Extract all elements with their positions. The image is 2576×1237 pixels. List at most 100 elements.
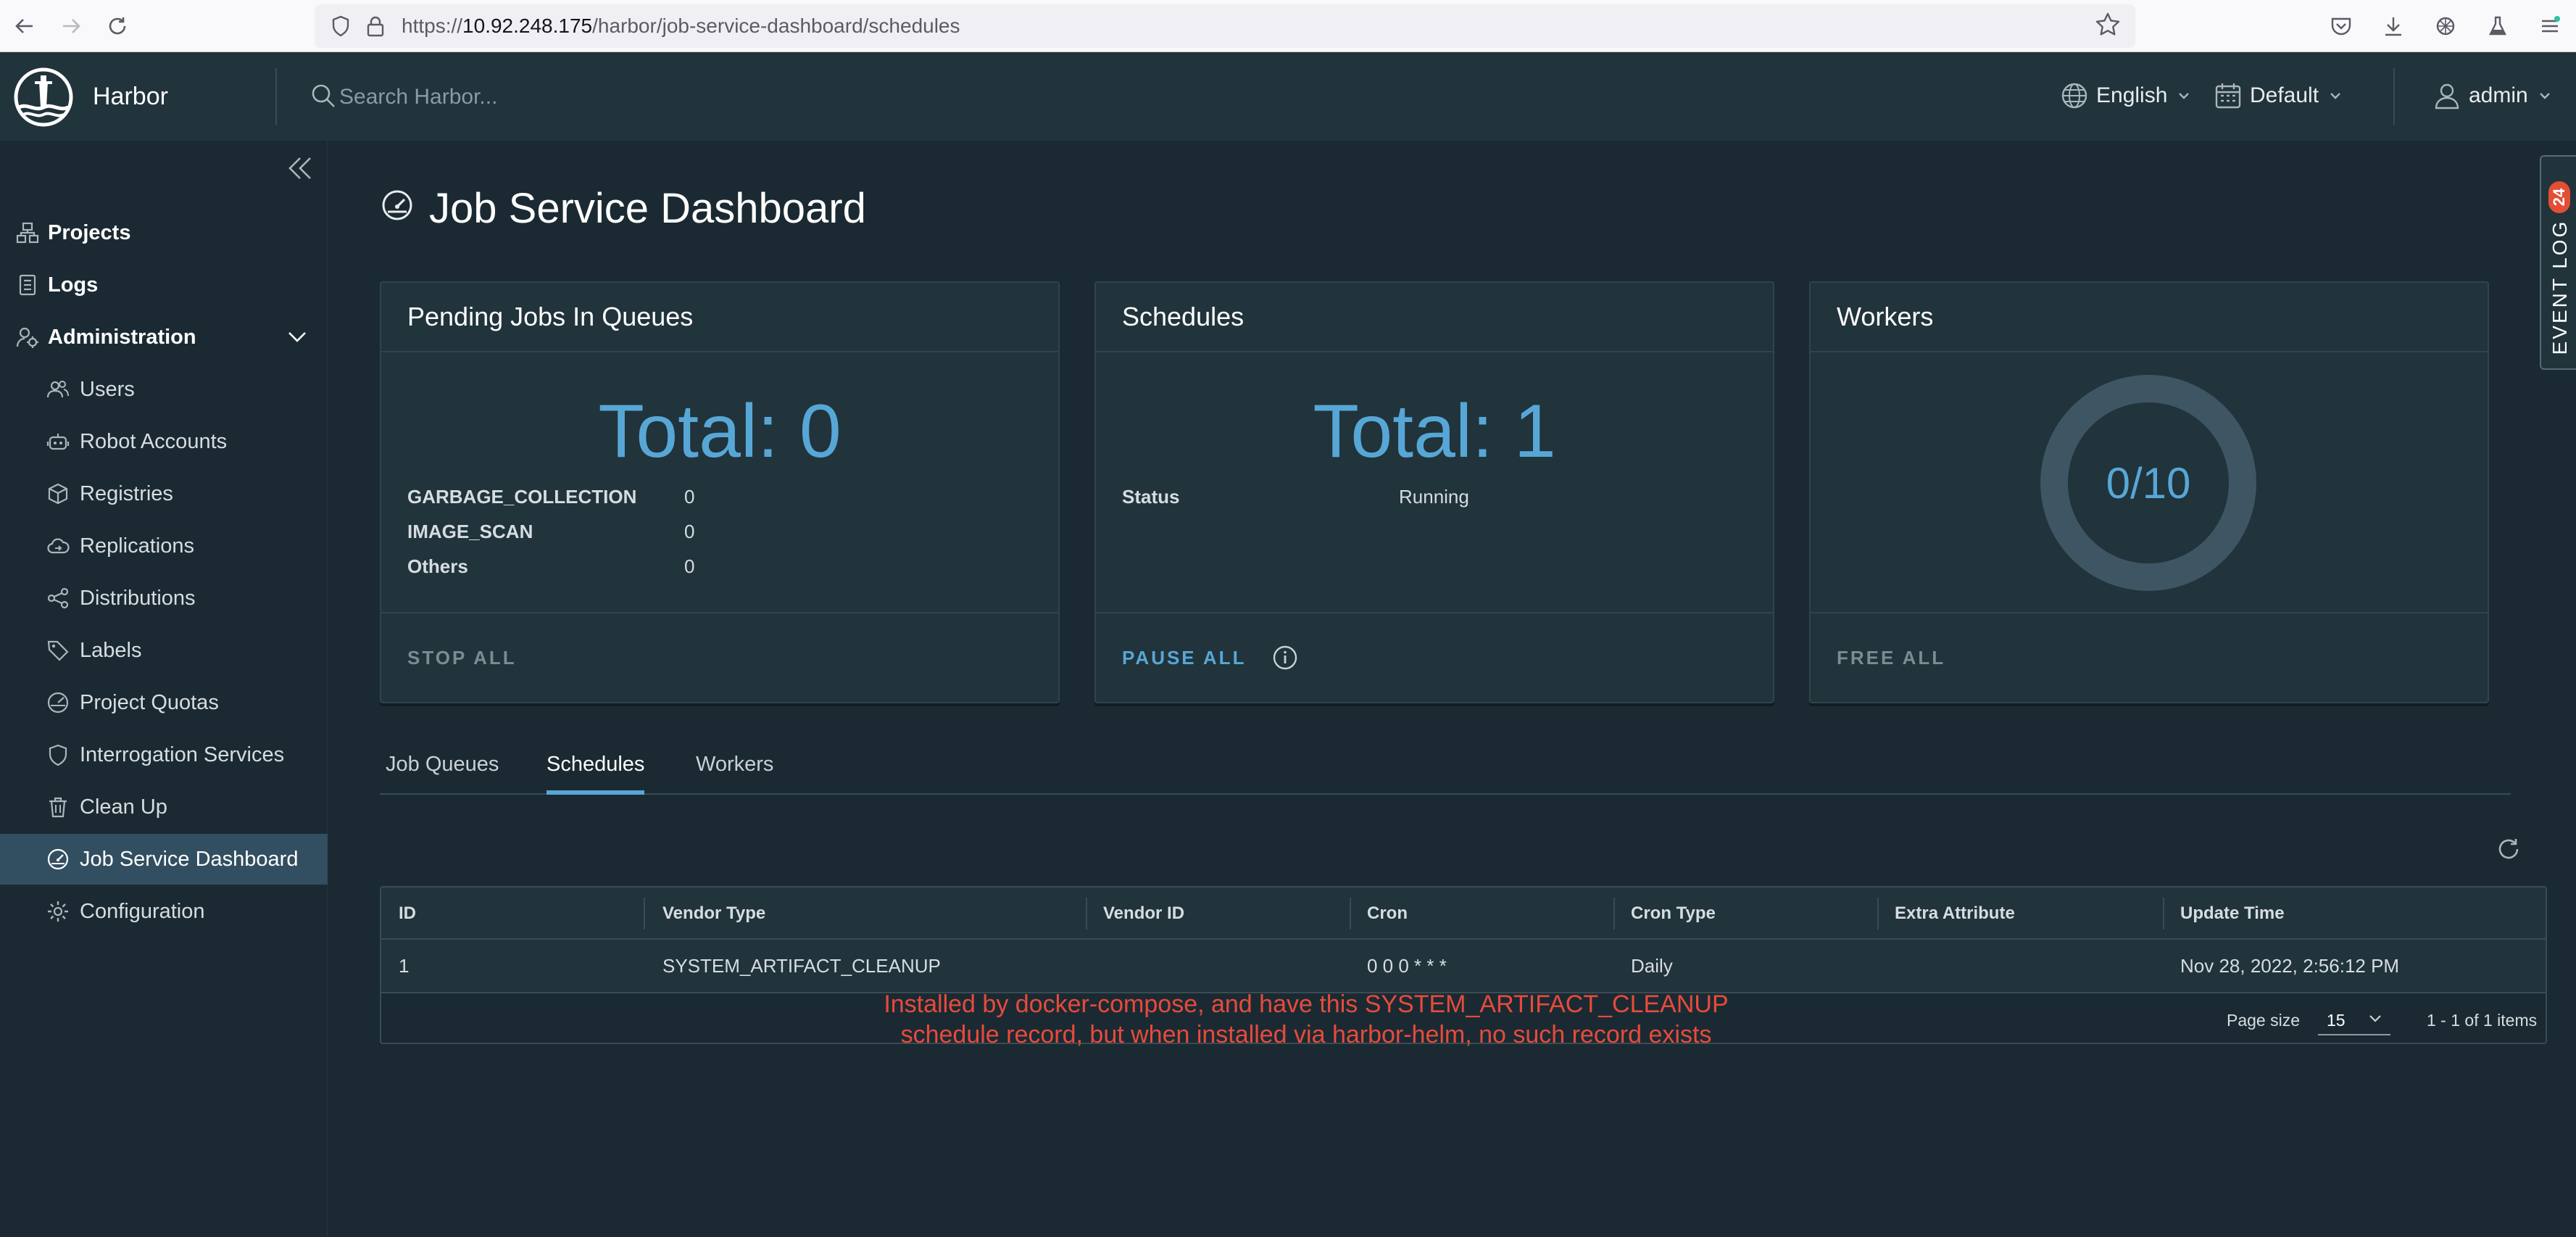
chevron-down-icon [2179, 93, 2190, 99]
card-title: Pending Jobs In Queues [381, 283, 1058, 352]
refresh-icon[interactable] [2495, 835, 2522, 866]
gear-icon [45, 898, 71, 924]
card-title: Schedules [1096, 283, 1773, 352]
cell-vendor-type: SYSTEM_ARTIFACT_CLEANUP [662, 954, 941, 977]
annotation-line: Installed by docker-compose, and have th… [884, 990, 1729, 1018]
download-icon[interactable] [2367, 15, 2419, 38]
sidebar-item-users[interactable]: Users [0, 364, 328, 415]
sidebar-item-distributions[interactable]: Distributions [0, 573, 328, 624]
lock-icon[interactable] [361, 15, 390, 37]
back-button[interactable] [3, 4, 46, 48]
browser-toolbar-right [2315, 0, 2576, 52]
sidebar-item-label: Configuration [80, 899, 205, 923]
table-row[interactable]: 1 SYSTEM_ARTIFACT_CLEANUP 0 0 0 * * * Da… [381, 940, 2546, 993]
page-size-label: Page size [2227, 1011, 2301, 1030]
arrow-left-icon [15, 18, 33, 33]
column-header-extra-attribute[interactable]: Extra Attribute [1895, 888, 2015, 940]
pending-jobs-card: Pending Jobs In Queues Total: 0 GARBAGE_… [380, 281, 1060, 703]
sidebar-item-configuration[interactable]: Configuration [0, 886, 328, 937]
page-size-select[interactable]: 15 [2318, 1006, 2390, 1035]
chevron-down-icon [288, 332, 306, 342]
shield-icon[interactable] [326, 15, 355, 37]
sidebar-item-label: Interrogation Services [80, 742, 285, 766]
tab-job-queues[interactable]: Job Queues [386, 753, 499, 795]
pocket-icon[interactable] [2315, 15, 2367, 38]
calendar-icon [2215, 83, 2241, 109]
theme-selector[interactable]: Default [2214, 81, 2342, 110]
cloud-icon [45, 533, 71, 559]
language-selector[interactable]: English [2060, 81, 2190, 110]
sidebar-item-interrogation-services[interactable]: Interrogation Services [0, 729, 328, 780]
sidebar-item-replications[interactable]: Replications [0, 521, 328, 571]
sidebar-item-label: Project Quotas [80, 690, 219, 714]
queue-row: IMAGE_SCAN 0 [407, 521, 694, 543]
user-label: admin [2469, 83, 2528, 107]
column-header-id[interactable]: ID [399, 888, 416, 940]
double-chevron-left-icon[interactable] [286, 154, 315, 183]
sidebar-item-robot-accounts[interactable]: Robot Accounts [0, 416, 328, 467]
sidebar-item-logs[interactable]: Logs [0, 260, 328, 310]
tab-schedules[interactable]: Schedules [547, 753, 645, 795]
sidebar-item-labels[interactable]: Labels [0, 625, 328, 676]
reload-button[interactable] [96, 4, 139, 48]
users-icon [45, 376, 71, 402]
tag-icon [45, 637, 71, 663]
flask-icon[interactable] [2472, 15, 2524, 38]
sidebar-item-administration[interactable]: Administration [0, 312, 328, 363]
workers-donut-chart: 0/10 [2038, 373, 2259, 593]
forward-button[interactable] [49, 4, 93, 48]
sidebar-item-project-quotas[interactable]: Project Quotas [0, 677, 328, 728]
robot-icon [45, 429, 71, 455]
cell-cron: 0 0 0 * * * [1367, 954, 1447, 977]
page-title: Job Service Dashboard [380, 184, 866, 233]
schedules-total: Total: 1 [1313, 389, 1556, 473]
registries-icon [45, 481, 71, 507]
user-menu[interactable]: admin [2432, 81, 2551, 110]
arrow-right-icon [63, 18, 80, 33]
sidebar-item-clean-up[interactable]: Clean Up [0, 782, 328, 832]
sidebar-item-label: Logs [48, 273, 99, 297]
brand-name[interactable]: Harbor [93, 83, 168, 111]
main-content: Job Service Dashboard Pending Jobs In Qu… [328, 141, 2576, 1237]
sidebar-item-label: Distributions [80, 586, 196, 610]
tab-workers[interactable]: Workers [696, 753, 773, 795]
harbor-logo-icon[interactable] [13, 67, 74, 128]
search-input[interactable] [339, 78, 992, 116]
reload-icon [109, 17, 126, 34]
card-title: Workers [1811, 283, 2488, 352]
sidebar-item-projects[interactable]: Projects [0, 207, 328, 258]
sidebar: Projects Logs Administration Users Robot… [0, 141, 328, 1237]
shield-icon [45, 742, 71, 768]
event-log-tab[interactable]: 24 EVENT LOG [2540, 155, 2576, 370]
extensions-icon[interactable] [2419, 15, 2472, 38]
column-header-cron[interactable]: Cron [1367, 888, 1408, 940]
column-header-cron-type[interactable]: Cron Type [1631, 888, 1716, 940]
column-header-vendor-type[interactable]: Vendor Type [662, 888, 765, 940]
trash-icon [45, 794, 71, 820]
pause-all-button[interactable]: PAUSE ALL [1122, 647, 1246, 669]
annotation-note: Installed by docker-compose, and have th… [858, 989, 1754, 1050]
free-all-button[interactable]: FREE ALL [1837, 647, 1945, 669]
chevron-down-icon [2539, 93, 2550, 99]
column-header-vendor-id[interactable]: Vendor ID [1103, 888, 1184, 940]
cell-cron-type: Daily [1631, 954, 1673, 977]
browser-toolbar: https://10.92.248.175/harbor/job-service… [0, 0, 2576, 52]
bookmark-star-icon[interactable] [2095, 12, 2121, 41]
menu-icon[interactable] [2524, 15, 2576, 38]
logs-icon [14, 272, 41, 298]
column-header-update-time[interactable]: Update Time [2180, 888, 2285, 940]
workers-card: Workers 0/10 FREE ALL [1809, 281, 2489, 703]
status-value: Running [1399, 486, 1469, 508]
sidebar-item-registries[interactable]: Registries [0, 468, 328, 519]
dashboard-icon [45, 846, 71, 872]
sidebar-item-label: Registries [80, 481, 173, 505]
queue-count: 0 [684, 486, 695, 508]
address-bar[interactable]: https://10.92.248.175/harbor/job-service… [315, 4, 2135, 48]
sidebar-item-job-service-dashboard[interactable]: Job Service Dashboard [0, 834, 328, 885]
cell-update-time: Nov 28, 2022, 2:56:12 PM [2180, 954, 2400, 977]
pending-total: Total: 0 [598, 389, 842, 473]
queue-count: 0 [684, 555, 695, 577]
queue-name: Others [407, 555, 468, 577]
stop-all-button[interactable]: STOP ALL [407, 647, 517, 669]
info-icon[interactable] [1272, 645, 1298, 671]
